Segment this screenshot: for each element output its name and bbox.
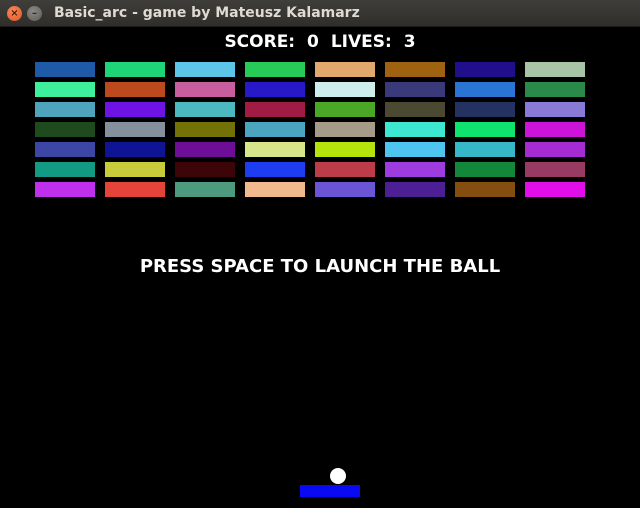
brick [315, 142, 375, 157]
minimize-window-button[interactable]: – [27, 6, 42, 21]
brick [105, 102, 165, 117]
ball [330, 468, 346, 484]
game-canvas[interactable]: SCORE: 0 LIVES: 3 PRESS SPACE TO LAUNCH … [0, 27, 640, 508]
brick [105, 62, 165, 77]
brick [245, 162, 305, 177]
brick [175, 142, 235, 157]
brick [455, 142, 515, 157]
brick [35, 182, 95, 197]
brick [525, 142, 585, 157]
brick [175, 102, 235, 117]
brick [35, 62, 95, 77]
brick [385, 102, 445, 117]
score-label: SCORE: [224, 32, 296, 52]
brick [315, 62, 375, 77]
lives-label: LIVES: [330, 32, 392, 52]
brick [175, 162, 235, 177]
brick [525, 102, 585, 117]
brick [35, 122, 95, 137]
brick [455, 62, 515, 77]
brick [385, 142, 445, 157]
brick [315, 82, 375, 97]
brick [385, 62, 445, 77]
brick [315, 102, 375, 117]
brick [245, 82, 305, 97]
brick [525, 162, 585, 177]
brick [245, 102, 305, 117]
brick [245, 182, 305, 197]
brick [455, 182, 515, 197]
minimize-icon: – [32, 7, 37, 19]
brick [455, 82, 515, 97]
brick [315, 122, 375, 137]
brick [245, 62, 305, 77]
score-value: 0 [307, 32, 319, 52]
brick [175, 82, 235, 97]
brick [105, 182, 165, 197]
window-title: Basic_arc - game by Mateusz Kalamarz [54, 5, 360, 21]
brick [385, 82, 445, 97]
brick [105, 162, 165, 177]
brick [105, 142, 165, 157]
brick [245, 122, 305, 137]
close-icon: × [10, 7, 19, 19]
brick [455, 122, 515, 137]
hud: SCORE: 0 LIVES: 3 [0, 32, 640, 52]
brick [105, 82, 165, 97]
paddle[interactable] [300, 485, 360, 497]
brick [175, 182, 235, 197]
brick [35, 162, 95, 177]
brick [455, 102, 515, 117]
brick [385, 182, 445, 197]
brick [525, 62, 585, 77]
brick [315, 182, 375, 197]
brick [35, 102, 95, 117]
brick [525, 82, 585, 97]
brick [175, 122, 235, 137]
brick [455, 162, 515, 177]
brick [175, 62, 235, 77]
window-titlebar[interactable]: × – Basic_arc - game by Mateusz Kalamarz [0, 0, 640, 27]
brick [245, 142, 305, 157]
brick [385, 122, 445, 137]
launch-instruction: PRESS SPACE TO LAUNCH THE BALL [139, 256, 501, 277]
brick [315, 162, 375, 177]
close-window-button[interactable]: × [7, 6, 22, 21]
brick [105, 122, 165, 137]
brick [525, 122, 585, 137]
brick [35, 142, 95, 157]
lives-value: 3 [403, 32, 416, 52]
brick [35, 82, 95, 97]
brick [525, 182, 585, 197]
brick [385, 162, 445, 177]
